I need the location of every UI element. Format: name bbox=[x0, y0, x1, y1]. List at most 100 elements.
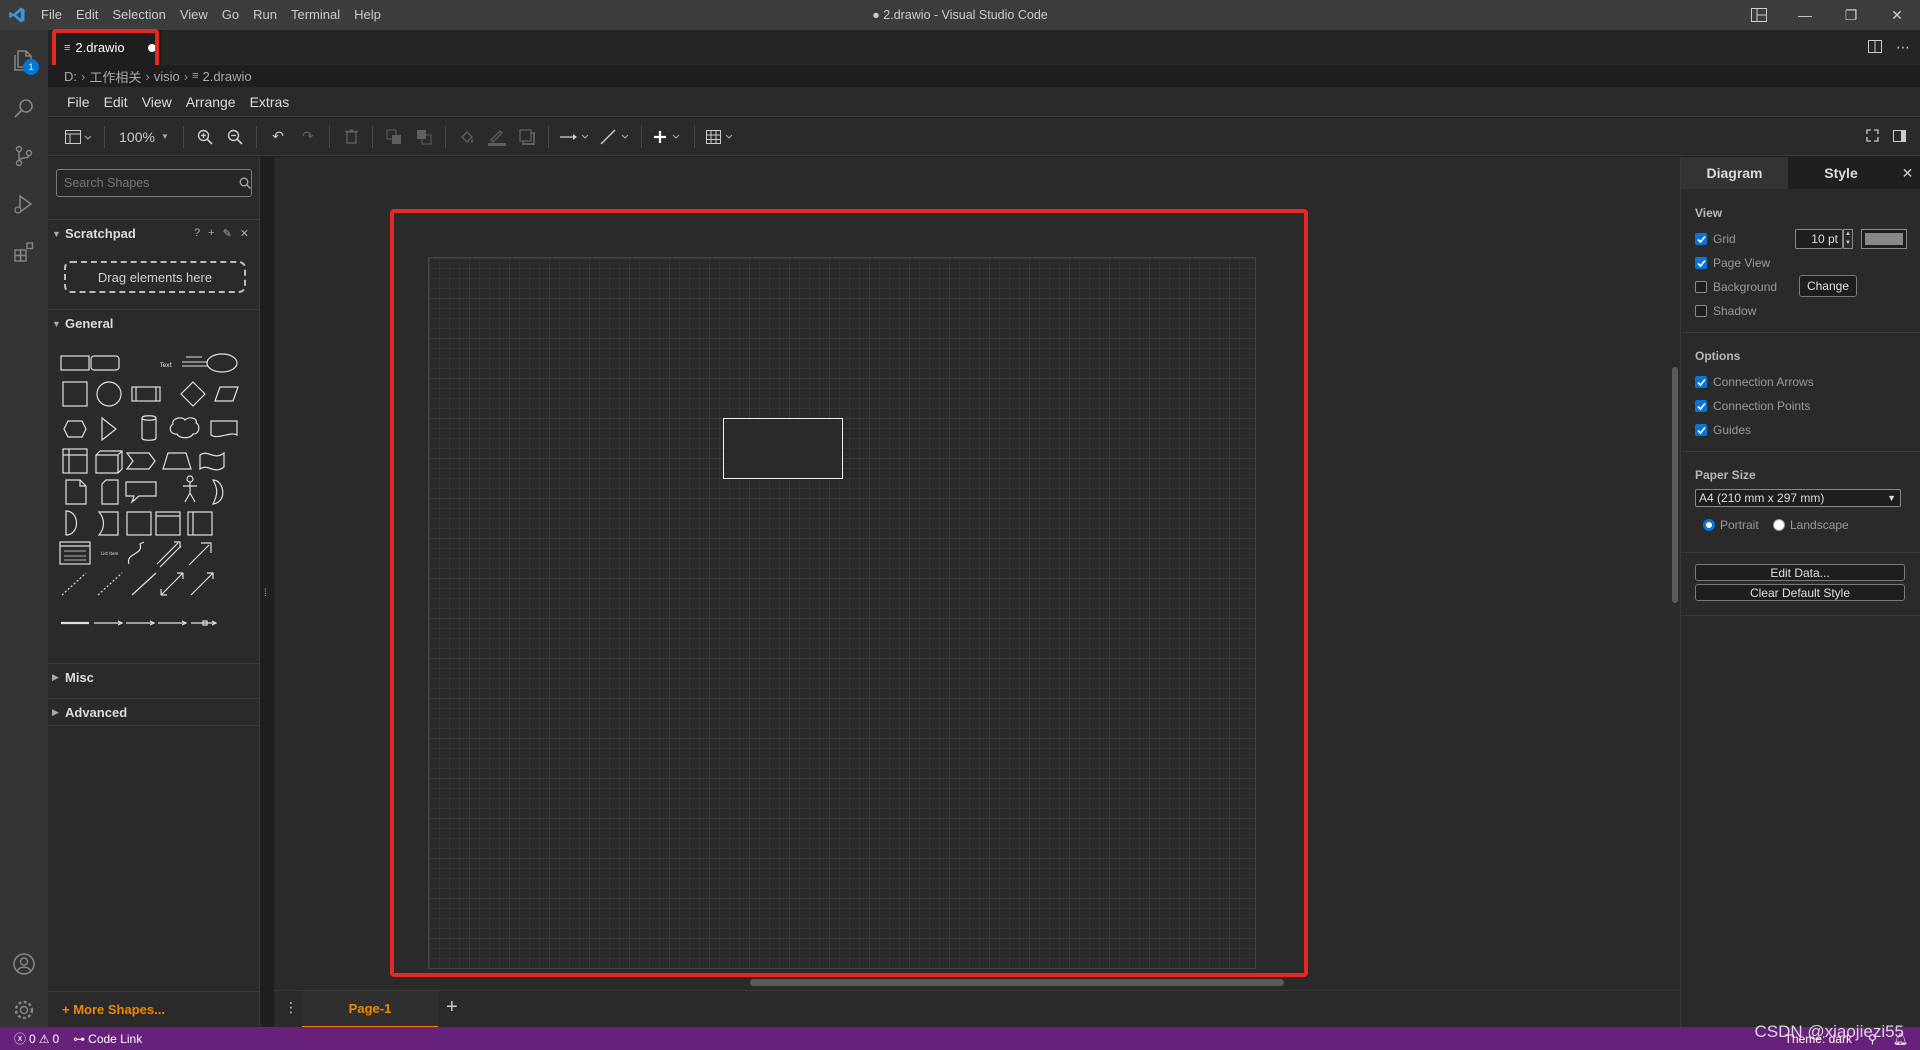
close-window-icon[interactable]: ✕ bbox=[1874, 0, 1920, 30]
waypoints-icon[interactable] bbox=[595, 122, 635, 152]
paper-size-select[interactable]: A4 (210 mm x 297 mm) ▼ bbox=[1695, 489, 1901, 507]
connection-arrows-checkbox[interactable]: Connection Arrows bbox=[1695, 375, 1814, 389]
grid-size-stepper[interactable]: ▲ ▼ bbox=[1843, 229, 1853, 249]
drawio-menu-view[interactable]: View bbox=[135, 94, 179, 110]
search-icon[interactable] bbox=[239, 177, 251, 192]
delete-icon[interactable] bbox=[336, 122, 366, 152]
drawio-menu-extras[interactable]: Extras bbox=[243, 94, 297, 110]
page-view-label: Page View bbox=[1713, 256, 1771, 270]
explorer-icon[interactable]: 1 bbox=[0, 36, 48, 84]
vertical-scrollbar[interactable] bbox=[1672, 367, 1678, 603]
page-view-checkbox[interactable]: Page View bbox=[1695, 256, 1770, 270]
connection-points-checkbox[interactable]: Connection Points bbox=[1695, 399, 1810, 413]
run-debug-icon[interactable] bbox=[0, 180, 48, 228]
landscape-radio[interactable]: Landscape bbox=[1773, 518, 1849, 532]
diagram-page[interactable] bbox=[428, 257, 1256, 969]
connection-points-label: Connection Points bbox=[1713, 399, 1811, 413]
table-icon[interactable] bbox=[701, 122, 741, 152]
breadcrumb-folder-work[interactable]: 工作相关 bbox=[89, 67, 141, 86]
connection-arrow-icon[interactable] bbox=[555, 122, 595, 152]
menu-view[interactable]: View bbox=[173, 0, 215, 30]
split-editor-icon[interactable] bbox=[1868, 39, 1882, 56]
menu-selection[interactable]: Selection bbox=[105, 0, 172, 30]
breadcrumb-file[interactable]: 2.drawio bbox=[202, 69, 251, 84]
diagram-canvas[interactable] bbox=[274, 157, 1680, 990]
extensions-icon[interactable] bbox=[0, 228, 48, 276]
edit-data-button[interactable]: Edit Data... bbox=[1695, 564, 1905, 581]
drawio-menu-arrange[interactable]: Arrange bbox=[179, 94, 243, 110]
menu-terminal[interactable]: Terminal bbox=[284, 0, 347, 30]
to-back-icon[interactable] bbox=[409, 122, 439, 152]
zoom-in-icon[interactable] bbox=[190, 122, 220, 152]
background-checkbox[interactable]: Background bbox=[1695, 280, 1777, 294]
zoom-select[interactable]: 100% ▼ bbox=[111, 122, 177, 152]
code-link-status[interactable]: ⊶ Code Link bbox=[73, 1032, 142, 1046]
scratchpad-dropzone[interactable]: Drag elements here bbox=[64, 261, 246, 293]
clear-default-style-button[interactable]: Clear Default Style bbox=[1695, 584, 1905, 601]
page-tab-page-1[interactable]: Page-1 bbox=[302, 991, 438, 1028]
menu-run[interactable]: Run bbox=[246, 0, 284, 30]
insert-plus-icon[interactable] bbox=[648, 122, 688, 152]
to-front-icon[interactable] bbox=[379, 122, 409, 152]
checkmark-icon bbox=[1695, 376, 1707, 388]
help-icon[interactable]: ? bbox=[194, 227, 200, 240]
menu-go[interactable]: Go bbox=[215, 0, 246, 30]
edit-pencil-icon[interactable]: ✎ bbox=[223, 227, 232, 240]
breadcrumb-folder-visio[interactable]: visio bbox=[154, 69, 180, 84]
restore-icon[interactable]: ❐ bbox=[1828, 0, 1874, 30]
fullscreen-icon[interactable] bbox=[1866, 129, 1879, 145]
format-panel: Diagram Style ✕ View Grid 10 pt ▲ ▼ Page … bbox=[1680, 157, 1920, 1027]
sidebar-splitter-handle[interactable]: ⁞ bbox=[264, 588, 267, 599]
advanced-header[interactable]: ▶ Advanced bbox=[48, 698, 259, 726]
grid-checkbox[interactable]: Grid bbox=[1695, 232, 1736, 246]
search-shapes-input[interactable] bbox=[56, 169, 252, 197]
menu-help[interactable]: Help bbox=[347, 0, 388, 30]
tab-diagram[interactable]: Diagram bbox=[1681, 157, 1788, 189]
editor-tab-2-drawio[interactable]: ≡ 2.drawio bbox=[54, 30, 162, 65]
tab-style[interactable]: Style bbox=[1788, 157, 1894, 189]
guides-checkbox[interactable]: Guides bbox=[1695, 423, 1751, 437]
general-shapes-palette[interactable]: Text List Item bbox=[56, 349, 256, 639]
chevron-right-icon: ▶ bbox=[52, 672, 59, 682]
account-icon[interactable] bbox=[0, 940, 48, 988]
redo-icon[interactable]: ↷ bbox=[293, 122, 323, 152]
breadcrumb-drive[interactable]: D: bbox=[64, 69, 77, 84]
unsaved-dot-icon[interactable] bbox=[148, 44, 156, 52]
format-panel-toggle-icon[interactable] bbox=[58, 122, 98, 152]
menu-edit[interactable]: Edit bbox=[69, 0, 105, 30]
source-control-icon[interactable] bbox=[0, 132, 48, 180]
portrait-radio[interactable]: Portrait bbox=[1703, 518, 1759, 532]
minimize-icon[interactable]: — bbox=[1782, 0, 1828, 30]
shadow-icon[interactable] bbox=[512, 122, 542, 152]
close-panel-icon[interactable]: ✕ bbox=[1894, 157, 1920, 189]
change-background-button[interactable]: Change bbox=[1799, 275, 1857, 297]
search-icon[interactable] bbox=[0, 84, 48, 132]
add-icon[interactable]: + bbox=[208, 227, 214, 240]
drawio-menu-file[interactable]: File bbox=[60, 94, 97, 110]
drawio-menu-edit[interactable]: Edit bbox=[97, 94, 135, 110]
horizontal-scrollbar[interactable] bbox=[750, 979, 1284, 986]
more-shapes-button[interactable]: + More Shapes... bbox=[48, 991, 259, 1027]
undo-icon[interactable]: ↶ bbox=[263, 122, 293, 152]
grid-color-swatch[interactable] bbox=[1861, 229, 1907, 249]
menu-file[interactable]: File bbox=[34, 0, 69, 30]
paper-size-section-title: Paper Size bbox=[1695, 468, 1756, 482]
misc-header[interactable]: ▶ Misc bbox=[48, 663, 259, 691]
layout-icon[interactable] bbox=[1736, 0, 1782, 30]
fill-color-icon[interactable] bbox=[452, 122, 482, 152]
add-page-icon[interactable]: + bbox=[446, 996, 458, 1019]
format-panel-icon[interactable] bbox=[1893, 129, 1906, 145]
scratchpad-header[interactable]: ▼ Scratchpad ? + ✎ ✕ bbox=[48, 219, 259, 247]
problems-status[interactable]: ⓧ 0 ⚠ 0 bbox=[14, 1030, 59, 1047]
line-color-icon[interactable] bbox=[482, 122, 512, 152]
grid-size-input[interactable]: 10 pt bbox=[1795, 229, 1843, 249]
rectangle-shape[interactable] bbox=[723, 418, 843, 479]
shadow-checkbox[interactable]: Shadow bbox=[1695, 304, 1756, 318]
general-header[interactable]: ▼ General bbox=[48, 309, 259, 337]
more-actions-icon[interactable]: ⋯ bbox=[1896, 39, 1910, 56]
close-icon[interactable]: ✕ bbox=[240, 227, 249, 240]
warning-icon: ⚠ bbox=[38, 1031, 50, 1046]
advanced-title: Advanced bbox=[65, 704, 128, 720]
zoom-out-icon[interactable] bbox=[220, 122, 250, 152]
pages-menu-icon[interactable]: ⋮ bbox=[284, 999, 298, 1016]
